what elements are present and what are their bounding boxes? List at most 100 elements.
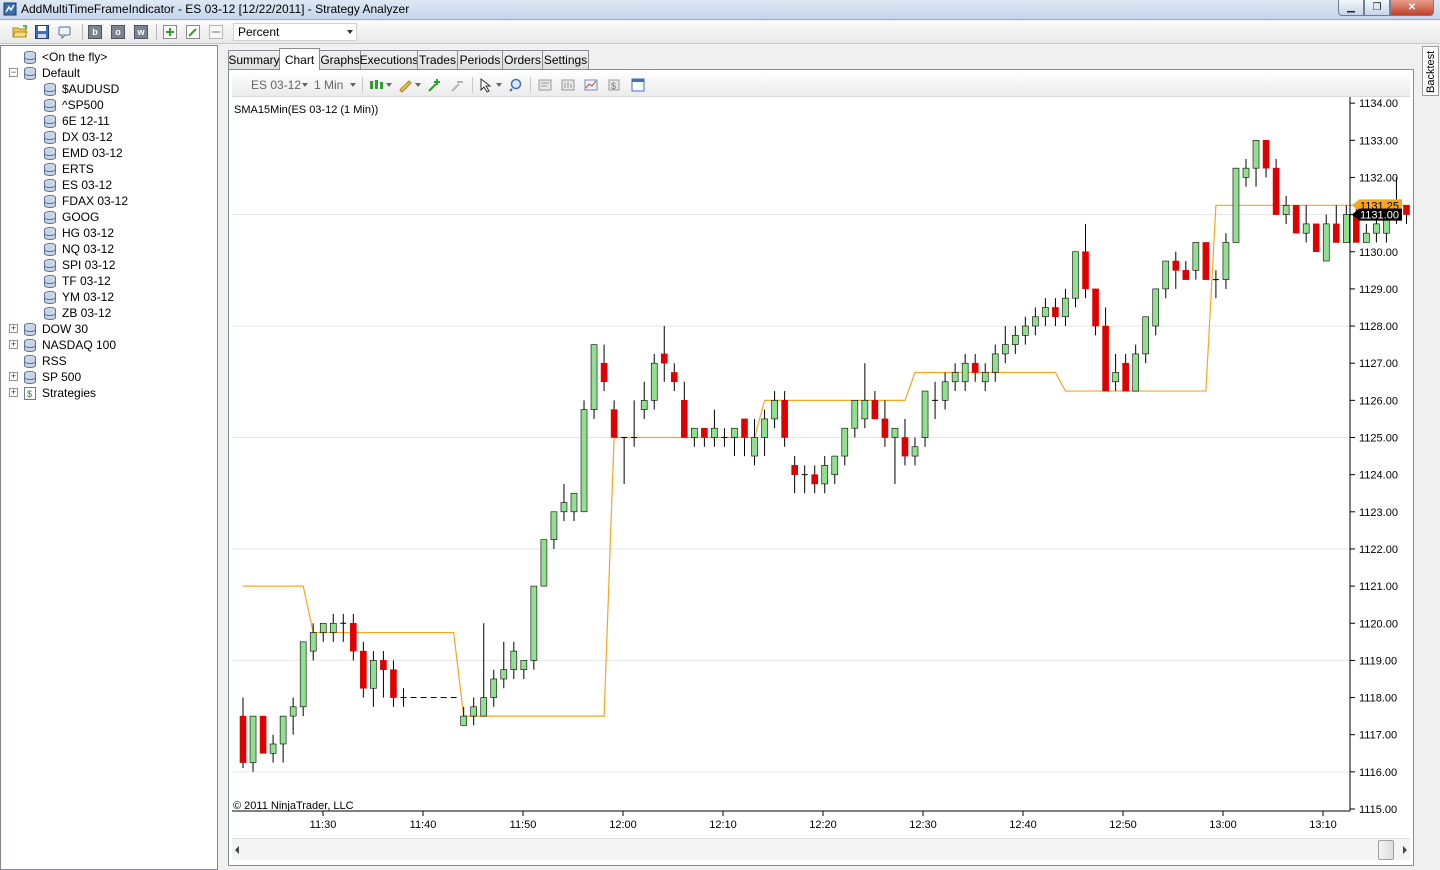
candle-body	[600, 362, 608, 383]
candle	[1042, 298, 1049, 327]
backtest-side-tab[interactable]: Backtest	[1422, 46, 1439, 96]
candle	[460, 706, 467, 726]
candle-body	[941, 381, 949, 401]
candle	[1102, 307, 1109, 392]
candle-body	[1122, 362, 1129, 392]
candle-body	[911, 446, 919, 457]
candle-body	[239, 715, 247, 763]
candle	[1192, 242, 1200, 280]
price-chart[interactable]: 1115.00 1116.00 1117.00 1118.00 1119.00 1120.…	[0, 0, 1440, 870]
candle	[1302, 205, 1310, 243]
candle	[1312, 223, 1320, 253]
indicator-label: SMA15Min(ES 03-12 (1 Min))	[234, 104, 378, 116]
candle-body	[470, 706, 477, 717]
x-tick-label: 13:10	[1309, 819, 1337, 831]
y-tick-label: 1132.00	[1359, 172, 1398, 184]
x-tick-label: 12:50	[1109, 819, 1137, 831]
candle	[289, 697, 297, 735]
candle	[540, 539, 548, 587]
candle	[660, 326, 668, 382]
candle	[1012, 326, 1019, 354]
candle-body	[1222, 242, 1230, 280]
candle	[550, 511, 558, 549]
candle	[640, 381, 648, 419]
candle	[670, 363, 678, 392]
y-tick-label: 1121.00	[1359, 581, 1398, 593]
candle	[570, 492, 578, 522]
candle	[500, 641, 508, 689]
candle	[841, 427, 849, 466]
candle-body	[570, 492, 578, 513]
candle	[921, 390, 929, 447]
candle	[751, 418, 758, 466]
copyright-label: © 2011 NinjaTrader, LLC	[233, 800, 354, 812]
candle	[490, 669, 498, 707]
candle	[1222, 233, 1230, 289]
candle	[991, 344, 999, 382]
candle-body	[1192, 242, 1200, 271]
candle	[480, 623, 488, 717]
candle-body	[580, 409, 588, 513]
x-tick-label: 11:50	[510, 819, 537, 831]
candle-body	[1072, 251, 1079, 299]
candle	[932, 381, 939, 419]
candle-body	[751, 437, 758, 457]
candle-body	[1092, 288, 1099, 327]
y-tick-label: 1120.00	[1359, 618, 1398, 630]
scroll-thumb[interactable]	[1378, 840, 1394, 860]
candle-body	[309, 632, 317, 652]
candle	[1363, 223, 1370, 243]
candle	[701, 427, 708, 447]
tab-chart[interactable]: Chart	[279, 48, 320, 70]
candle-body	[781, 400, 788, 438]
candle-body	[530, 585, 538, 661]
candle	[470, 697, 477, 726]
candle	[249, 715, 257, 772]
candle-body	[550, 511, 558, 540]
candle	[650, 353, 658, 410]
candle	[741, 418, 748, 457]
candle-body	[1001, 344, 1009, 355]
candle	[1202, 242, 1210, 280]
candle	[1182, 261, 1190, 280]
y-tick-label: 1124.00	[1359, 470, 1398, 482]
y-tick-label: 1130.00	[1359, 247, 1398, 259]
candle	[1032, 307, 1039, 336]
chart-axes: 1115.00 1116.00 1117.00 1118.00 1119.00 1120.…	[232, 97, 1402, 831]
y-tick-label: 1133.00	[1359, 135, 1398, 147]
x-tick-label: 11:30	[310, 819, 337, 831]
chart-grid	[232, 214, 1350, 773]
candle	[1092, 288, 1099, 336]
candle	[1082, 223, 1089, 299]
candle	[951, 363, 959, 392]
candle-body	[761, 418, 768, 438]
candle	[1232, 167, 1240, 243]
candle-body	[289, 706, 297, 717]
candle-body	[821, 465, 829, 485]
candle	[831, 455, 839, 484]
candle	[1403, 205, 1410, 224]
candle-body	[590, 344, 598, 410]
candle-body	[901, 437, 909, 457]
candle-body	[660, 353, 668, 364]
candle	[1022, 316, 1029, 345]
candle-body	[691, 427, 698, 438]
chart-horizontal-scrollbar[interactable]	[232, 838, 1410, 860]
scroll-right-icon[interactable]	[1403, 846, 1407, 854]
candle-body	[981, 372, 989, 383]
candle-body	[500, 669, 508, 680]
candle-body	[811, 474, 819, 485]
candle	[761, 409, 768, 457]
candle	[1212, 270, 1219, 299]
candle-body	[841, 427, 849, 457]
x-tick-label: 12:10	[709, 819, 737, 831]
candle	[681, 381, 688, 438]
scroll-left-icon[interactable]	[235, 846, 239, 854]
candle	[610, 400, 618, 438]
candle	[621, 437, 628, 484]
candle-body	[851, 400, 859, 429]
y-tick-label: 1134.00	[1359, 98, 1398, 110]
y-tick-label: 1125.00	[1359, 433, 1398, 445]
candle	[600, 344, 608, 392]
candle	[400, 688, 407, 707]
